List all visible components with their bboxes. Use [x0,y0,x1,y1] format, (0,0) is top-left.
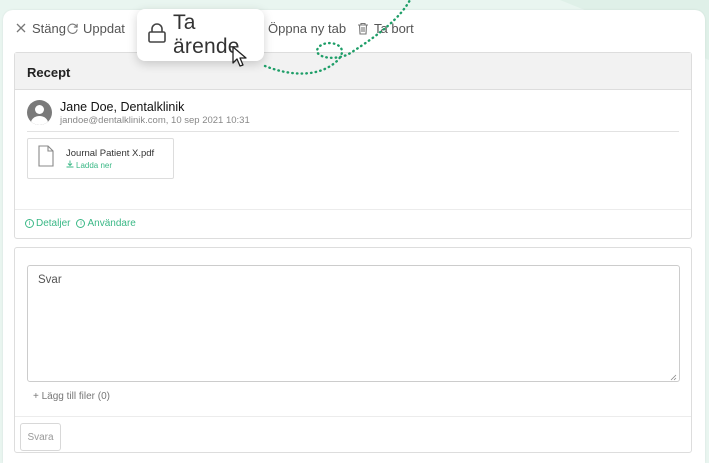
reply-card: Svar + Lägg till filer (0) Svara [14,247,692,453]
message-card: Recept Jane Doe, Dentalklinik jandoe@den… [14,52,692,239]
attachment-filename: Journal Patient X.pdf [66,147,155,159]
details-link[interactable]: i Detaljer [25,218,70,229]
refresh-icon [65,21,79,35]
divider [27,131,679,132]
delete-label: Ta bort [374,20,414,36]
download-link[interactable]: Ladda ner [66,160,154,171]
avatar-icon [27,100,52,125]
take-case-label: Ta ärende [173,11,240,58]
attachment-card[interactable]: Journal Patient X.pdf Ladda ner [27,138,174,179]
close-label: Stäng [32,20,66,36]
divider [15,209,691,210]
card-title: Recept [15,53,691,90]
open-new-tab-button[interactable]: Öppna ny tab [258,21,346,36]
sender-name: Jane Doe, Dentalklinik [60,100,185,114]
add-files-button[interactable]: + Lägg till filer (0) [33,391,110,402]
users-link[interactable]: i Användare [76,218,136,229]
reply-textarea[interactable]: Svar [27,265,680,382]
resize-handle-icon[interactable] [670,372,677,381]
close-button[interactable]: Stäng [14,21,66,36]
download-label: Ladda ner [76,160,113,170]
info-icon: i [76,219,86,228]
sender-meta: jandoe@dentalklinik.com, 10 sep 2021 10:… [60,115,250,126]
reply-placeholder: Svar [38,274,62,286]
lock-icon [147,22,167,49]
open-tab-label: Öppna ny tab [268,20,347,36]
refresh-button[interactable]: Uppdat [65,21,125,36]
close-icon [14,21,28,35]
trash-icon [356,21,370,35]
delete-button[interactable]: Ta bort [356,21,414,36]
details-label: Detaljer [36,218,71,229]
divider [15,416,691,417]
card-links: i Detaljer i Användare [25,218,136,229]
file-icon [38,145,54,172]
reply-submit-button[interactable]: Svara [20,423,61,451]
sender-info: Jane Doe, Dentalklinik jandoe@dentalklin… [27,100,250,127]
download-icon [66,160,74,171]
users-label: Användare [87,218,136,229]
cursor-icon [231,46,249,73]
refresh-label: Uppdat [83,20,125,36]
info-icon: i [25,219,34,228]
